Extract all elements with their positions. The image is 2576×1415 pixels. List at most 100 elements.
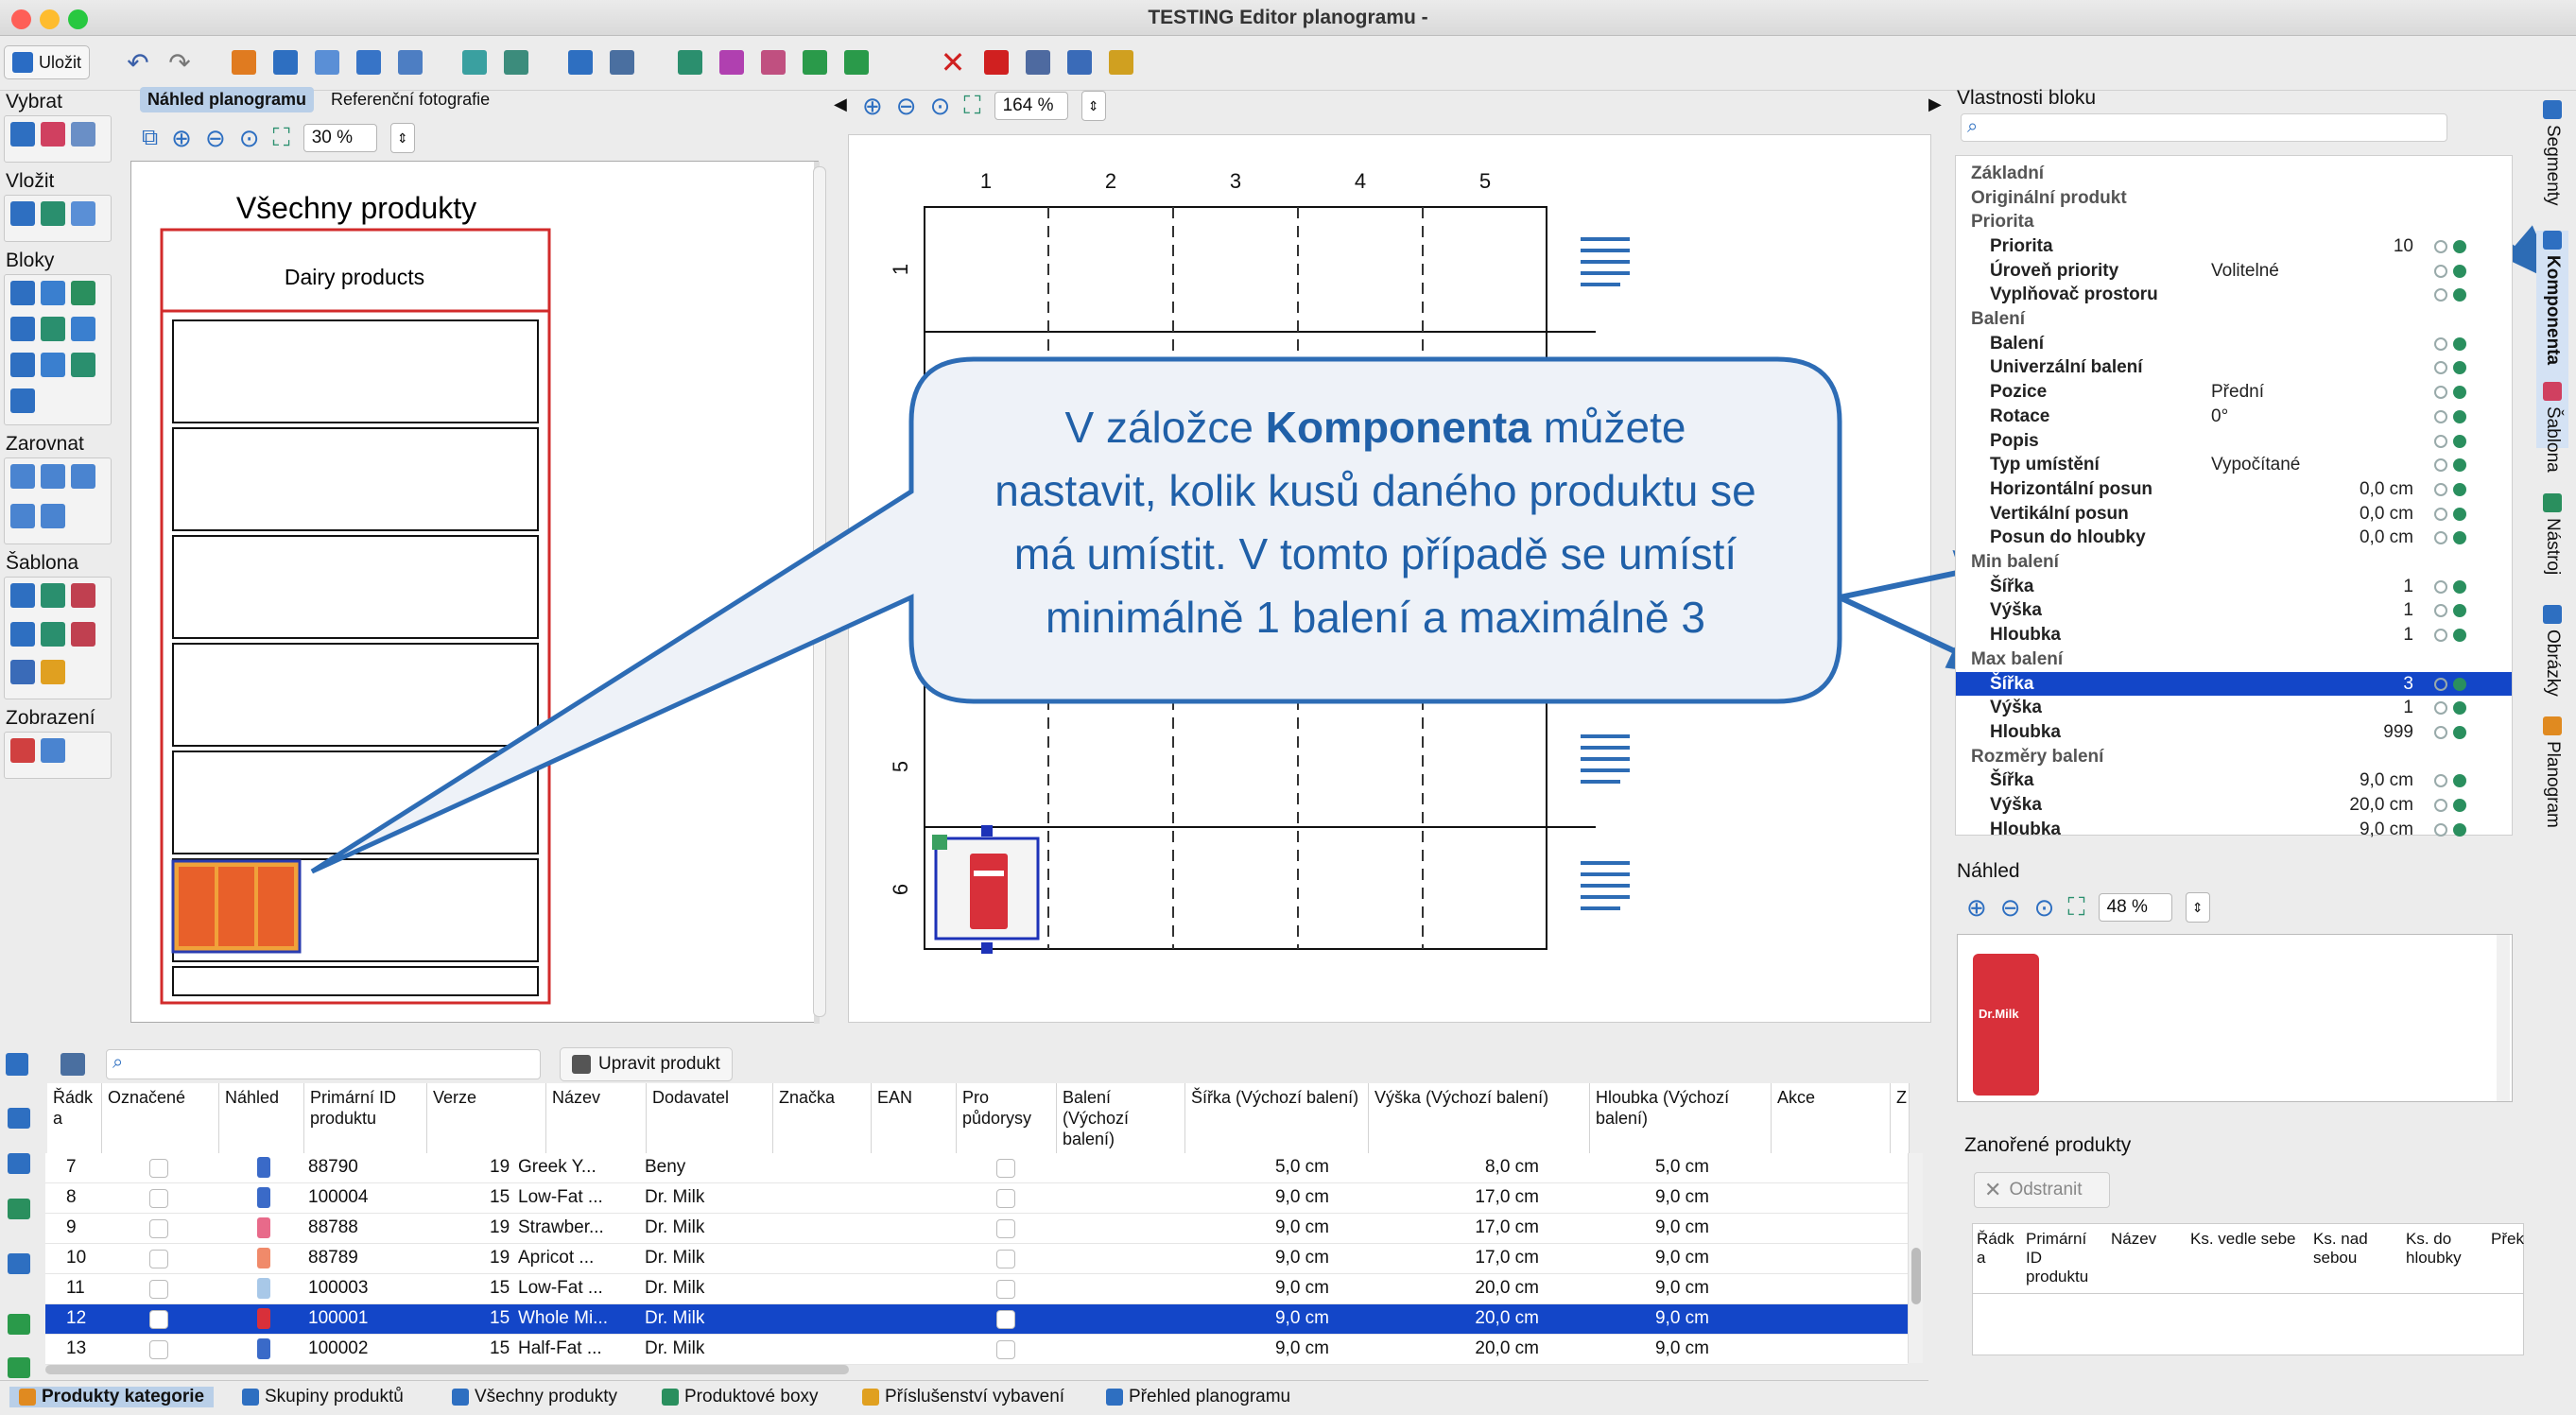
block-rotate-icon[interactable]: [41, 317, 65, 341]
template-b-icon[interactable]: [41, 583, 65, 608]
table-column-header[interactable]: Dodavatel: [647, 1083, 773, 1153]
table-column-header[interactable]: Šířka (Výchozí balení): [1185, 1083, 1369, 1153]
compare-button[interactable]: [499, 45, 533, 79]
tab-reference-photo[interactable]: Referenční fotografie: [323, 87, 497, 112]
floor-plan-checkbox[interactable]: [996, 1280, 1015, 1299]
property-row[interactable]: Rotace 0°: [1956, 405, 2512, 429]
template-h-icon[interactable]: [41, 660, 65, 685]
preview-zoom-in-icon[interactable]: ⊕: [1966, 893, 1987, 923]
check-icon[interactable]: [6, 1053, 28, 1076]
table-column-header[interactable]: Hloubka (Výchozí balení): [1590, 1083, 1772, 1153]
template-g-icon[interactable]: [10, 660, 35, 685]
table-column-header[interactable]: Označené: [102, 1083, 219, 1153]
table-row[interactable]: 10 88789 19 Apricot ... Dr. Milk 9,0 cm 17,0 c…: [45, 1244, 1908, 1274]
template-e-icon[interactable]: [41, 621, 65, 647]
property-row[interactable]: Vertikální posun 0,0 cm: [1956, 502, 2512, 526]
swap-button[interactable]: [1104, 45, 1138, 79]
align-center-icon[interactable]: [41, 464, 65, 489]
template-c-icon[interactable]: [71, 583, 95, 608]
left-preview-scrollbar[interactable]: [813, 166, 826, 1017]
tab-equipment-accessories[interactable]: Příslušenství vybavení: [862, 1387, 1064, 1407]
nested-column-header[interactable]: Primární ID produktu: [2026, 1230, 2105, 1286]
left-zoom-stepper[interactable]: ⇕: [389, 123, 415, 153]
property-row[interactable]: Hloubka 9,0 cm: [1956, 818, 2512, 842]
table-column-header[interactable]: Řádk a: [47, 1083, 102, 1153]
tool-button[interactable]: [1021, 45, 1055, 79]
block-group-icon[interactable]: [10, 388, 35, 413]
edit-product-button[interactable]: Upravit produkt: [560, 1047, 733, 1081]
marked-checkbox[interactable]: [149, 1159, 168, 1178]
pattern-button[interactable]: [605, 45, 639, 79]
zoom-fit-icon[interactable]: ⊙: [239, 124, 260, 153]
collapse-left-arrow[interactable]: ◀: [834, 95, 847, 114]
properties-search-input[interactable]: ⌕: [1961, 113, 2447, 142]
zoom-in-icon[interactable]: ⊕: [171, 124, 192, 153]
table-column-header[interactable]: Značka: [773, 1083, 872, 1153]
block-resize-icon[interactable]: [41, 281, 65, 305]
table-column-header[interactable]: Balení (Výchozí balení): [1057, 1083, 1185, 1153]
property-row[interactable]: Šířka 9,0 cm: [1956, 769, 2512, 794]
side-icon-3[interactable]: [8, 1199, 30, 1219]
table-column-header[interactable]: Název: [546, 1083, 647, 1153]
grid-button[interactable]: [393, 45, 427, 79]
table-column-header[interactable]: Pro půdorysy: [957, 1083, 1057, 1153]
undo-button[interactable]: ↶: [121, 45, 155, 79]
property-row[interactable]: Univerzální balení: [1956, 356, 2512, 381]
remove-nested-button[interactable]: ✕ Odstranit: [1974, 1172, 2110, 1208]
select-area-icon[interactable]: [41, 122, 65, 147]
property-row[interactable]: Výška 1: [1956, 696, 2512, 720]
svg-export-button[interactable]: [839, 45, 873, 79]
floor-plan-checkbox[interactable]: [996, 1250, 1015, 1268]
property-row[interactable]: Hloubka 1: [1956, 623, 2512, 647]
align-columns-icon[interactable]: [41, 504, 65, 528]
property-row[interactable]: Výška 1: [1956, 599, 2512, 624]
block-merge-icon[interactable]: [71, 317, 95, 341]
zoom-extent-right-icon[interactable]: ⛶: [963, 91, 980, 121]
floor-plan-checkbox[interactable]: [996, 1159, 1015, 1178]
sort-button[interactable]: [227, 45, 261, 79]
side-icon-4[interactable]: [8, 1253, 30, 1274]
table-row[interactable]: 11 100003 15 Low-Fat ... Dr. Milk 9,0 cm 20,0 …: [45, 1274, 1908, 1304]
tab-obrazky[interactable]: Obrázky: [2536, 605, 2568, 709]
image-button[interactable]: [756, 45, 790, 79]
nested-column-header[interactable]: Ks. nad sebou: [2313, 1230, 2400, 1268]
property-row[interactable]: Priorita 10: [1956, 234, 2512, 259]
marked-checkbox[interactable]: [149, 1189, 168, 1208]
preview-zoom-fit-icon[interactable]: ⊙: [2034, 893, 2055, 923]
table-column-header[interactable]: Výška (Výchozí balení): [1369, 1083, 1590, 1153]
table-row[interactable]: 13 100002 15 Half-Fat ... Dr. Milk 9,0 cm 20,0…: [45, 1335, 1908, 1365]
marked-checkbox[interactable]: [149, 1340, 168, 1359]
tab-product-groups[interactable]: Skupiny produktů: [242, 1387, 404, 1407]
preview-zoom-field[interactable]: 48 %: [2098, 893, 2172, 922]
edit-button[interactable]: [1063, 45, 1097, 79]
property-row[interactable]: Hloubka 999: [1956, 720, 2512, 745]
shelf-menu-icon-6[interactable]: [1581, 861, 1630, 910]
property-row[interactable]: Typ umístění Vypočítané: [1956, 453, 2512, 477]
preview-zoom-stepper[interactable]: ⇕: [2185, 892, 2210, 923]
tab-category-products[interactable]: Produkty kategorie: [9, 1387, 215, 1407]
nested-column-header[interactable]: Řádk a: [1977, 1230, 2020, 1268]
preview-scrollbar[interactable]: [2497, 935, 2510, 1101]
shelf-menu-icon-5[interactable]: [1581, 734, 1630, 784]
side-icon-2[interactable]: [8, 1153, 30, 1174]
xo-button[interactable]: [798, 45, 832, 79]
table-horizontal-scrollbar[interactable]: [45, 1365, 849, 1374]
table-column-header[interactable]: Akce: [1772, 1083, 1891, 1153]
side-icon-1[interactable]: [8, 1108, 30, 1129]
insert-shelf-icon[interactable]: [10, 201, 35, 226]
table-row[interactable]: 9 88788 19 Strawber... Dr. Milk 9,0 cm 17,0 cm…: [45, 1214, 1908, 1244]
align-justify-icon[interactable]: [10, 504, 35, 528]
floor-plan-checkbox[interactable]: [996, 1189, 1015, 1208]
save-button[interactable]: Uložit: [4, 45, 91, 79]
tab-planogram-overview[interactable]: Přehled planogramu: [1106, 1387, 1290, 1407]
block-link-icon[interactable]: [71, 353, 95, 377]
collapse-right-arrow[interactable]: ▶: [1928, 95, 1942, 114]
list-view-button[interactable]: [268, 45, 303, 79]
align-right-icon[interactable]: [71, 464, 95, 489]
tab-nastroj[interactable]: Nástroj: [2536, 493, 2568, 597]
columns-view-button[interactable]: [310, 45, 344, 79]
table-row[interactable]: 12 100001 15 Whole Mi... Dr. Milk 9,0 cm 20,0 …: [45, 1304, 1908, 1335]
tab-segmenty[interactable]: Segmenty: [2536, 100, 2568, 223]
layout-button[interactable]: [458, 45, 492, 79]
side-icon-xo[interactable]: [8, 1314, 30, 1335]
